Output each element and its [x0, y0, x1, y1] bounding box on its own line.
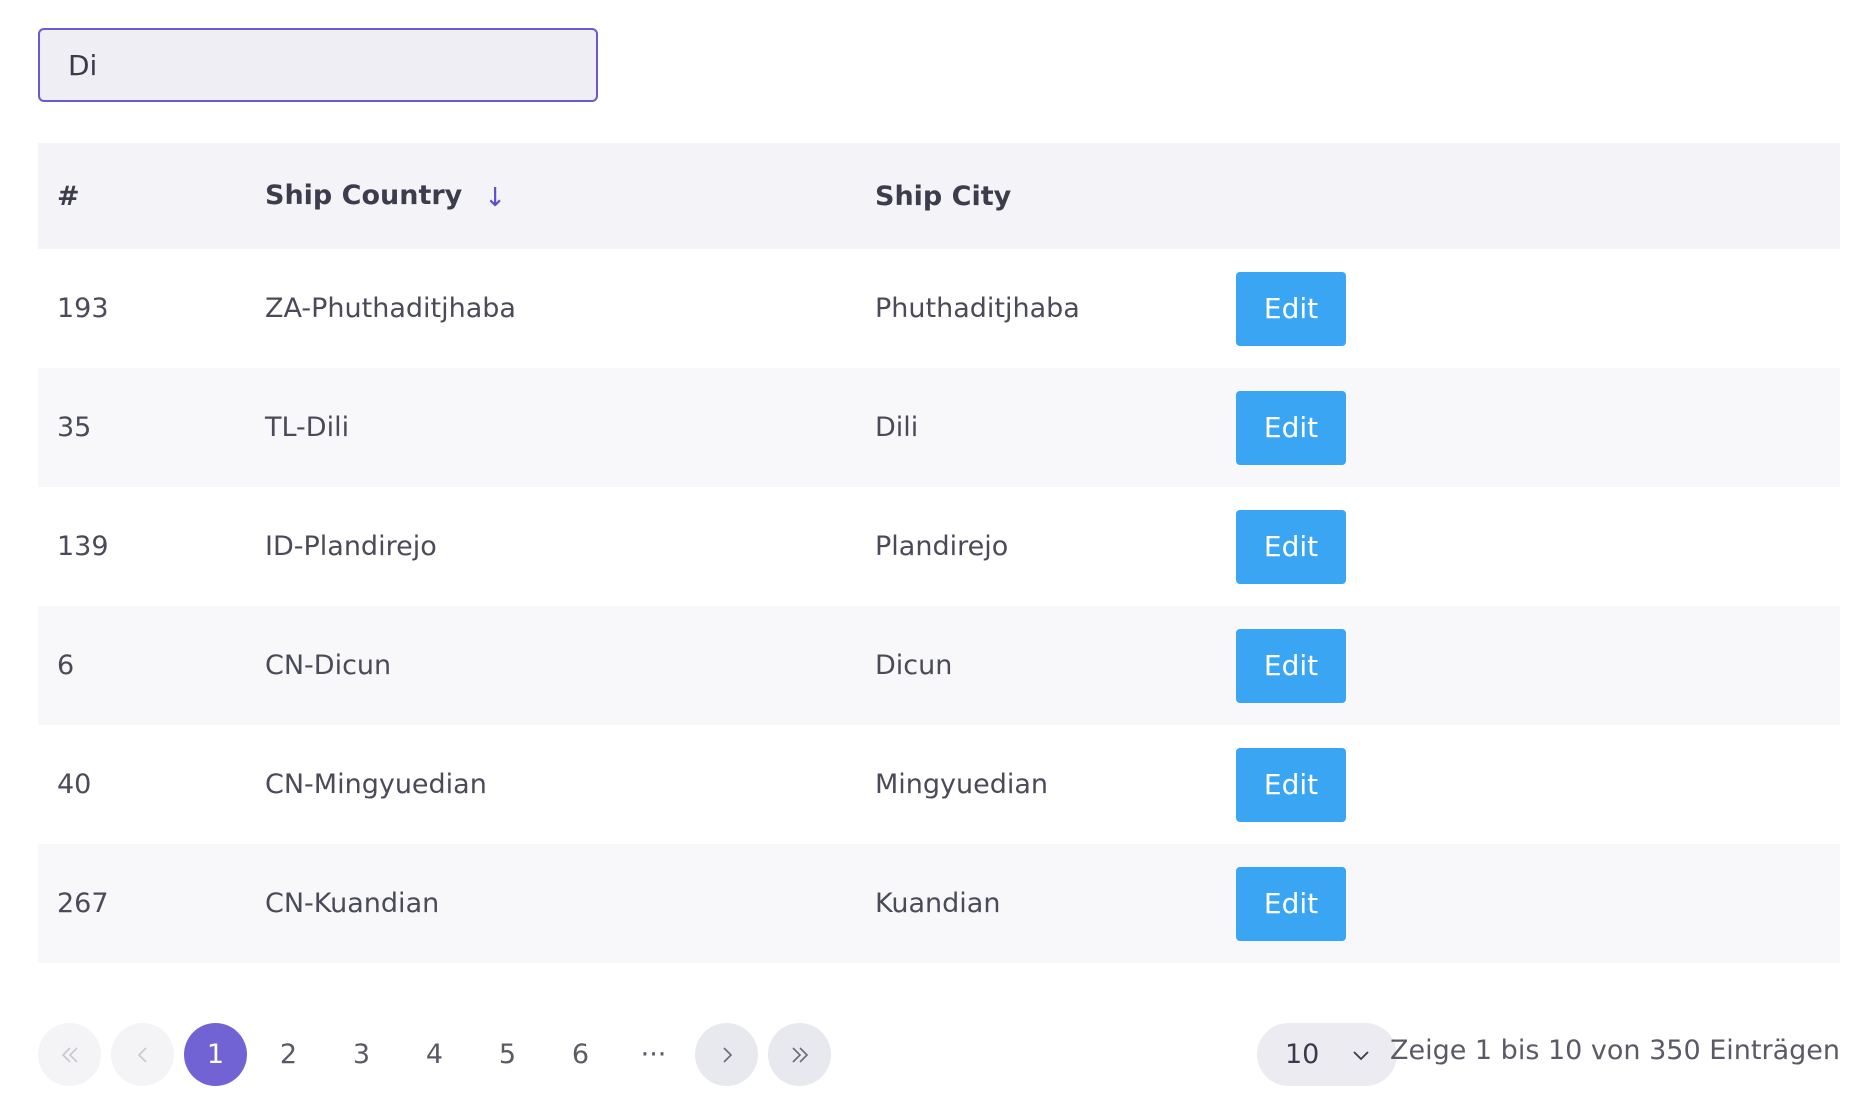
- cell-id: 193: [57, 293, 109, 324]
- double-chevron-right-icon: [791, 1046, 808, 1063]
- header-ship-country[interactable]: Ship Country ↓: [252, 180, 875, 213]
- page-size-value: 10: [1285, 1039, 1320, 1070]
- header-ship-city[interactable]: Ship City: [875, 181, 1236, 212]
- cell-ship-city: Kuandian: [875, 888, 1001, 919]
- cell-id: 6: [57, 650, 75, 681]
- sort-descending-icon[interactable]: ↓: [484, 183, 506, 213]
- page-1-button[interactable]: 1: [184, 1023, 247, 1086]
- table-row: 267 CN-Kuandian Kuandian Edit: [38, 844, 1840, 963]
- table-row: 35 TL-Dili Dili Edit: [38, 368, 1840, 487]
- table-header: # Ship Country ↓ Ship City: [38, 143, 1840, 249]
- cell-id: 267: [57, 888, 109, 919]
- cell-ship-city: Mingyuedian: [875, 769, 1049, 800]
- chevron-down-icon: [1353, 1050, 1369, 1060]
- cell-ship-country: ZA-Phuthaditjhaba: [265, 293, 516, 324]
- page-3-button[interactable]: 3: [330, 1023, 393, 1086]
- chevron-right-icon: [722, 1046, 732, 1063]
- table-row: 193 ZA-Phuthaditjhaba Phuthaditjhaba Edi…: [38, 249, 1840, 368]
- table-row: 139 ID-Plandirejo Plandirejo Edit: [38, 487, 1840, 606]
- cell-id: 139: [57, 531, 109, 562]
- page-4-button[interactable]: 4: [403, 1023, 466, 1086]
- page-2-button[interactable]: 2: [257, 1023, 320, 1086]
- last-page-button[interactable]: [768, 1023, 831, 1086]
- edit-button[interactable]: Edit: [1236, 747, 1346, 822]
- cell-ship-country: TL-Dili: [265, 412, 350, 443]
- prev-page-button[interactable]: [111, 1023, 174, 1086]
- edit-button[interactable]: Edit: [1236, 509, 1346, 584]
- cell-ship-city: Phuthaditjhaba: [875, 293, 1080, 324]
- first-page-button[interactable]: [38, 1023, 101, 1086]
- edit-button[interactable]: Edit: [1236, 271, 1346, 346]
- cell-ship-city: Dili: [875, 412, 919, 443]
- edit-button[interactable]: Edit: [1236, 866, 1346, 941]
- cell-ship-country: CN-Mingyuedian: [265, 769, 487, 800]
- pagination-ellipsis: ···: [640, 1039, 667, 1070]
- cell-ship-city: Dicun: [875, 650, 953, 681]
- page-6-button[interactable]: 6: [549, 1023, 612, 1086]
- next-page-button[interactable]: [695, 1023, 758, 1086]
- edit-button[interactable]: Edit: [1236, 628, 1346, 703]
- cell-id: 40: [57, 769, 92, 800]
- cell-ship-country: CN-Kuandian: [265, 888, 440, 919]
- search-box: [38, 28, 598, 102]
- page-5-button[interactable]: 5: [476, 1023, 539, 1086]
- chevron-left-icon: [137, 1046, 147, 1063]
- cell-ship-country: ID-Plandirejo: [265, 531, 437, 562]
- cell-ship-city: Plandirejo: [875, 531, 1009, 562]
- orders-table: # Ship Country ↓ Ship City 193 ZA-Phuthad…: [38, 143, 1840, 963]
- edit-button[interactable]: Edit: [1236, 390, 1346, 465]
- cell-ship-country: CN-Dicun: [265, 650, 392, 681]
- table-row: 6 CN-Dicun Dicun Edit: [38, 606, 1840, 725]
- header-id[interactable]: #: [38, 181, 252, 212]
- pagination: 1 2 3 4 5 6 ···: [38, 1023, 841, 1086]
- table-row: 40 CN-Mingyuedian Mingyuedian Edit: [38, 725, 1840, 844]
- double-chevron-left-icon: [61, 1046, 78, 1063]
- search-input[interactable]: [38, 28, 598, 102]
- entries-info: Zeige 1 bis 10 von 350 Einträgen: [1389, 1035, 1840, 1066]
- page-size-select[interactable]: 10: [1257, 1023, 1397, 1086]
- data-grid-page: # Ship Country↓ Ship City 193 ZA-Phuthad…: [0, 0, 1867, 1105]
- cell-id: 35: [57, 412, 92, 443]
